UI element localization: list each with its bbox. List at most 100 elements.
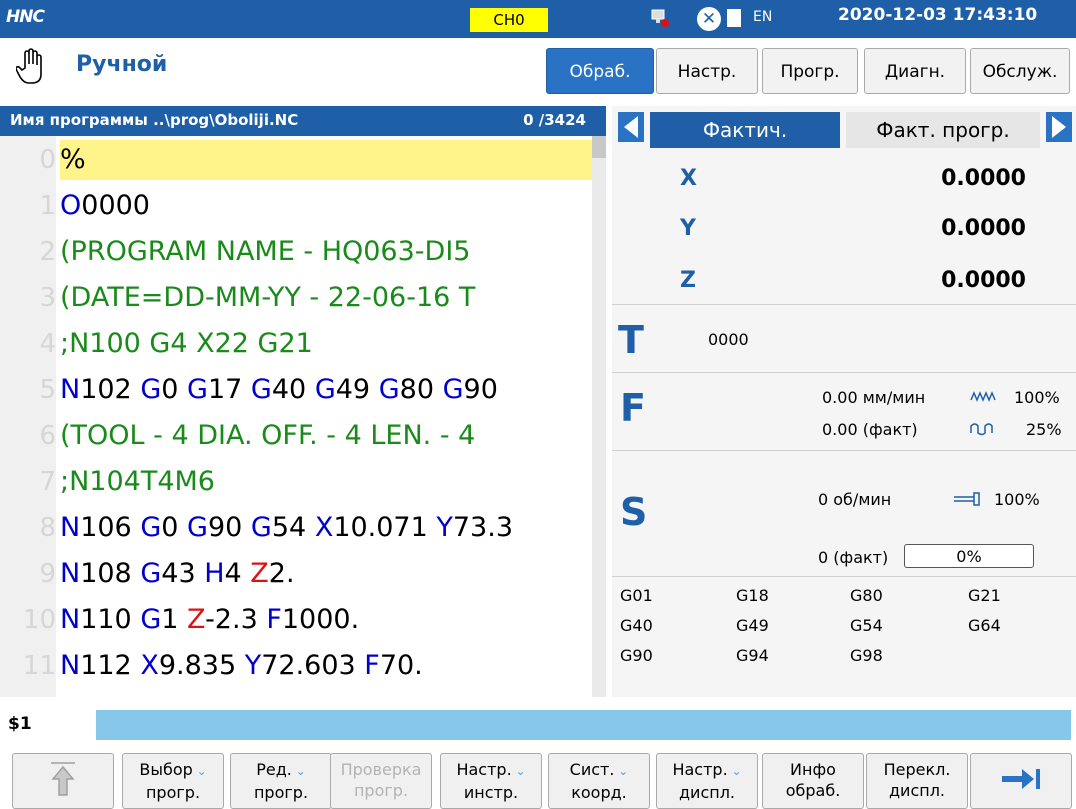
tab-processing[interactable]: Обраб. [546,48,654,94]
program-line-count: 0 /3424 [523,111,586,129]
date-time: 2020-12-03 17:43:10 [838,5,1038,25]
divider [612,576,1076,577]
line-number: 5 [39,375,56,405]
spindle-label: S [620,490,648,534]
tab-actual-program[interactable]: Факт. прогр. [846,112,1040,148]
gcode-modal: G21 [968,586,1001,605]
tab-program[interactable]: Прогр. [762,48,858,94]
chevron-down-icon: ⌄ [614,764,629,778]
line-number: 10 [22,605,56,635]
tab-actual[interactable]: Фактич. [650,112,840,148]
program-scroll-thumb[interactable] [592,136,606,158]
feed-label: F [620,386,646,430]
spindle-override-value: 100% [994,490,1040,509]
program-line[interactable]: O0000 [60,186,592,226]
softkey-next-page[interactable] [970,753,1072,809]
axis-y-value: 0.0000 [941,216,1026,241]
spindle-command: 0 об/мин [818,490,892,509]
feed-actual: 0.00 (факт) [822,420,918,439]
softkey-label: прогр. [353,781,409,800]
program-line[interactable]: (DATE=DD-MM-YY - 22-06-16 T [60,278,592,318]
program-name: Имя программы ..\prog\Oboliji.NC [10,111,299,129]
prev-page-icon[interactable] [618,112,644,142]
tool-label: T [618,318,644,362]
line-number-gutter: 0 1 2 3 4 5 6 7 8 9 10 11 [0,136,56,697]
softkey-3[interactable]: Проверка прогр. [330,753,432,809]
line-number: 7 [39,467,56,497]
chevron-down-icon: ⌄ [511,764,526,778]
tab-diagnostics[interactable]: Диагн. [864,48,966,94]
program-line[interactable]: N112 X9.835 Y72.603 F70. [60,646,592,686]
gcode-modal: G98 [850,646,883,665]
next-page-icon[interactable] [1046,112,1072,142]
arrow-right-bar-icon [1002,769,1040,789]
feed-override-icon [970,391,996,402]
chevron-down-icon: ⌄ [727,764,742,778]
gcode-modal: G49 [736,616,769,635]
softkey-label: инстр. [463,783,519,802]
softkey-5[interactable]: Сист. ⌄ коорд. [548,753,650,809]
softkey-label: прогр. [253,783,309,802]
gcode-modal: G40 [620,616,653,635]
line-number: 6 [39,421,56,451]
line-number: 8 [39,513,56,543]
axis-z-value: 0.0000 [941,268,1026,293]
gcode-modal: G94 [736,646,769,665]
program-line[interactable]: N110 G1 Z-2.3 F1000. [60,600,592,640]
tab-service[interactable]: Обслуж. [970,48,1070,94]
softkey-8[interactable]: Перекл. диспл. [866,753,968,809]
current-program-line[interactable]: % [60,140,592,180]
softkey-4[interactable]: Настр. ⌄ инстр. [440,753,542,809]
softkey-label: Проверка [340,760,422,779]
softkey-2[interactable]: Ред. ⌄ прогр. [230,753,332,809]
close-circle-icon[interactable]: ✕ [697,7,721,31]
divider [612,372,1076,373]
softkey-1[interactable]: Выбор ⌄ прогр. [122,753,224,809]
chevron-down-icon: ⌄ [192,764,207,778]
program-line[interactable]: N102 G0 G17 G40 G49 G80 G90 [60,370,592,410]
divider [612,450,1076,451]
up-arrow-icon [51,762,75,796]
mode-row: Ручной Обраб. Настр. Прогр. Диагн. Обслу… [0,38,1076,103]
chevron-down-icon: ⌄ [291,764,306,778]
softkey-7[interactable]: Инфо обраб. [762,753,864,809]
network-error-icon [651,9,669,27]
tab-settings[interactable]: Настр. [656,48,758,94]
line-number: 2 [39,237,56,267]
line-number: 9 [39,559,56,589]
softkey-label: Ред. ⌄ [256,760,306,779]
program-line[interactable]: ;N100 G4 X22 G21 [60,324,592,364]
language-indicator[interactable]: EN [753,9,772,25]
softkey-parent-menu[interactable] [12,753,114,809]
line-number: 3 [39,283,56,313]
softkey-label: коорд. [571,783,627,802]
gcode-modal: G54 [850,616,883,635]
document-icon [727,9,741,27]
rapid-override-value: 25% [1026,420,1062,439]
softkey-label: Сист. ⌄ [569,760,629,779]
rapid-override-icon [970,423,993,436]
softkey-label: Перекл. [883,760,951,779]
gcode-modal: G01 [620,586,653,605]
program-listing[interactable]: 0 1 2 3 4 5 6 7 8 9 10 11 % O0000 (PROGRAM NAME - HQ0… [0,136,606,697]
line-number: 11 [22,651,56,681]
program-line[interactable]: (PROGRAM NAME - HQ063-DI5 [60,232,592,272]
command-input[interactable] [96,710,1071,740]
gcode-modal: G80 [850,586,883,605]
command-channel-label: $1 [8,714,32,734]
program-line[interactable]: ;N104T4M6 [60,462,592,502]
line-number: 0 [39,145,56,175]
program-scrollbar[interactable] [592,136,606,697]
mode-label: Ручной [76,52,168,77]
softkey-label: обраб. [785,781,841,800]
softkey-6[interactable]: Настр. ⌄ диспл. [656,753,758,809]
program-line[interactable]: (TOOL - 4 DIA. OFF. - 4 LEN. - 4 [60,416,592,456]
softkey-label: Настр. ⌄ [456,760,526,779]
program-line[interactable]: N106 G0 G90 G54 X10.071 Y73.3 [60,508,592,548]
gcode-modal: G18 [736,586,769,605]
softkey-label: Выбор ⌄ [139,760,207,779]
program-line[interactable]: N108 G43 H4 Z2. [60,554,592,594]
channel-indicator: CH0 [470,8,548,32]
axis-z-label: Z [680,268,696,293]
gcode-modal: G90 [620,646,653,665]
